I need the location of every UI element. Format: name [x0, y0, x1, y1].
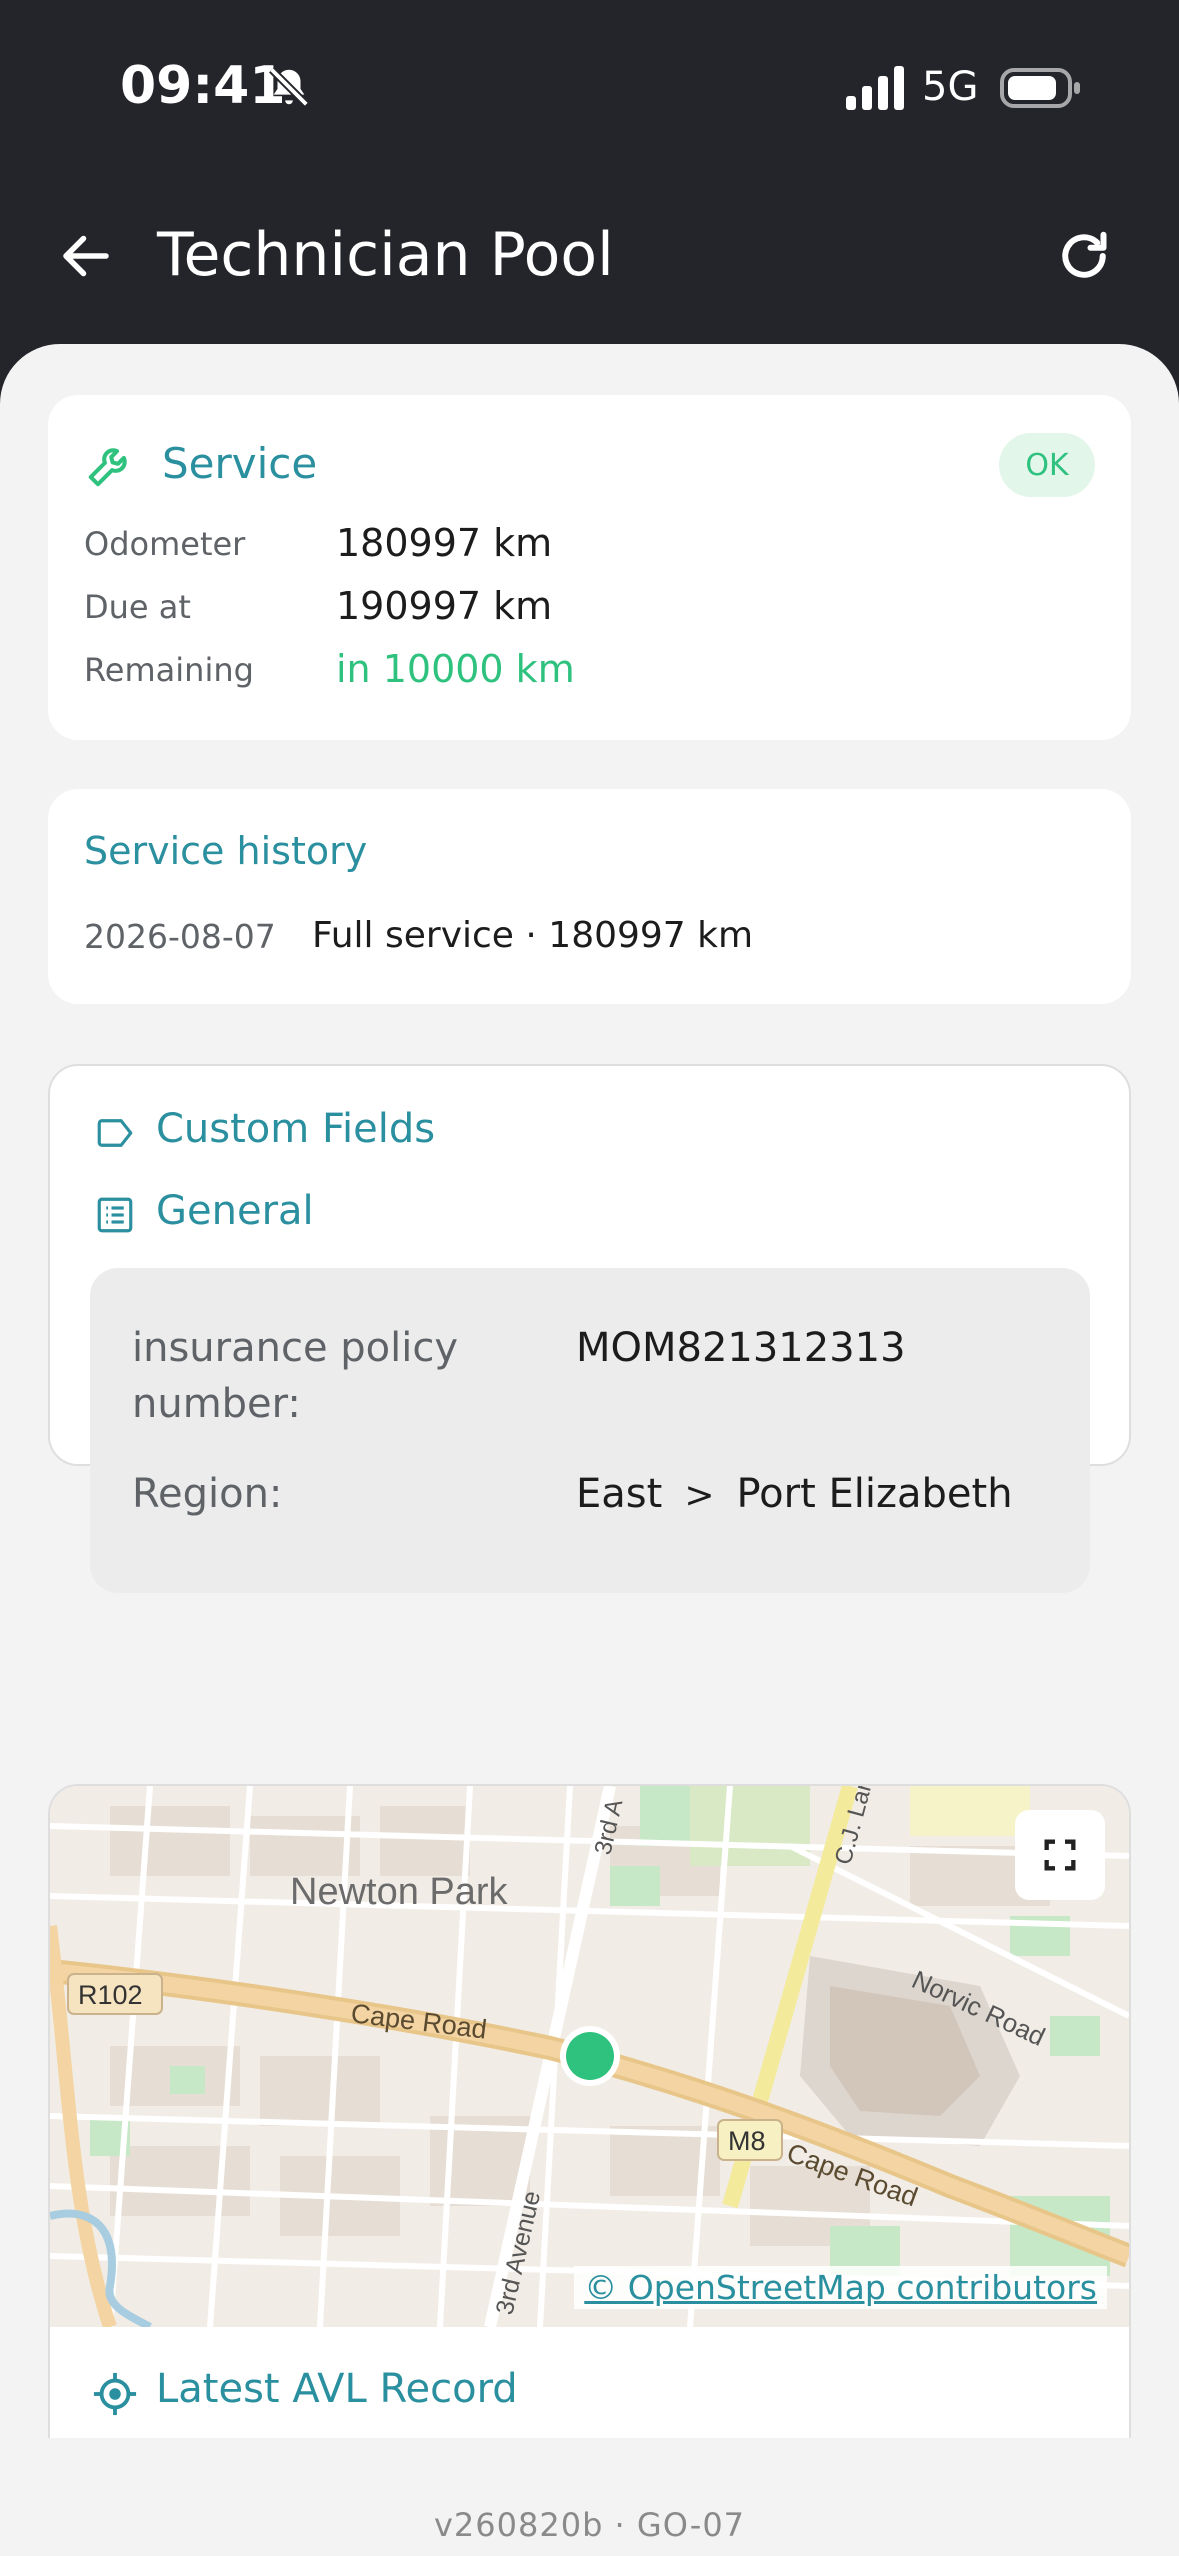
- bell-muted-icon: [269, 67, 309, 107]
- latest-avl-record-title[interactable]: Latest AVL Record: [156, 2366, 518, 2412]
- page-title: Technician Pool: [157, 220, 614, 290]
- refresh-icon[interactable]: [1054, 226, 1114, 286]
- history-date: 2026-08-07: [84, 917, 276, 956]
- service-history-card: Service history 2026-08-07 Full service …: [48, 789, 1131, 1004]
- fullscreen-icon: [1044, 1839, 1076, 1871]
- region-part-east: East: [576, 1471, 663, 1517]
- insurance-policy-value: MOM821312313: [576, 1325, 906, 1371]
- locate-icon: [93, 2372, 137, 2416]
- insurance-policy-label: insurance policy number:: [132, 1325, 459, 1427]
- fields-box: insurance policy number: MOM821312313 Re…: [90, 1268, 1090, 1593]
- general-group-title: General: [156, 1188, 314, 1234]
- service-title: Service: [162, 439, 318, 488]
- status-bar: 09:41 5G: [0, 0, 1179, 170]
- service-history-title: Service history: [84, 829, 368, 873]
- map-label-newton-park: Newton Park: [290, 1871, 509, 1913]
- due-at-label: Due at: [84, 588, 191, 626]
- service-card: Service OK Odometer 180997 km Due at 190…: [48, 395, 1131, 740]
- app-version: v260820b · GO-07: [433, 2506, 746, 2544]
- status-badge: OK: [999, 433, 1095, 497]
- list-icon: [97, 1197, 133, 1233]
- region-label: Region:: [132, 1471, 283, 1517]
- app-header: Technician Pool: [0, 200, 1179, 320]
- route-shield-m8: M8: [728, 2126, 766, 2156]
- region-part-city: Port Elizabeth: [736, 1471, 1013, 1517]
- map-view[interactable]: Newton Park Cape Road Cape Road Norvic R…: [50, 1786, 1129, 2327]
- due-at-value: 190997 km: [336, 584, 553, 628]
- fullscreen-button[interactable]: [1015, 1810, 1105, 1900]
- history-description: Full service · 180997 km: [312, 915, 754, 956]
- remaining-label: Remaining: [84, 651, 254, 689]
- custom-fields-card: Custom Fields General insurance policy n…: [48, 1064, 1131, 1593]
- region-value: East > Port Elizabeth: [576, 1466, 1013, 1524]
- battery-icon: [1000, 68, 1080, 108]
- back-arrow-icon[interactable]: [56, 226, 116, 286]
- map-tiles: Newton Park Cape Road Cape Road Norvic R…: [50, 1786, 1129, 2327]
- wrench-icon: [88, 448, 127, 487]
- clock: 09:41: [120, 56, 286, 116]
- content-sheet: Service OK Odometer 180997 km Due at 190…: [0, 344, 1179, 2556]
- odometer-label: Odometer: [84, 525, 246, 563]
- custom-fields-title: Custom Fields: [156, 1106, 436, 1152]
- tag-icon: [97, 1119, 133, 1147]
- odometer-value: 180997 km: [336, 521, 553, 565]
- network-type: 5G: [922, 64, 979, 110]
- chevron-right-icon: >: [684, 1475, 715, 1516]
- route-shield-r102: R102: [78, 1980, 143, 2010]
- vehicle-marker: [566, 2032, 614, 2080]
- osm-attribution-link[interactable]: © OpenStreetMap contributors: [574, 2266, 1107, 2309]
- signal-icon: [846, 66, 904, 110]
- remaining-value: in 10000 km: [336, 647, 575, 691]
